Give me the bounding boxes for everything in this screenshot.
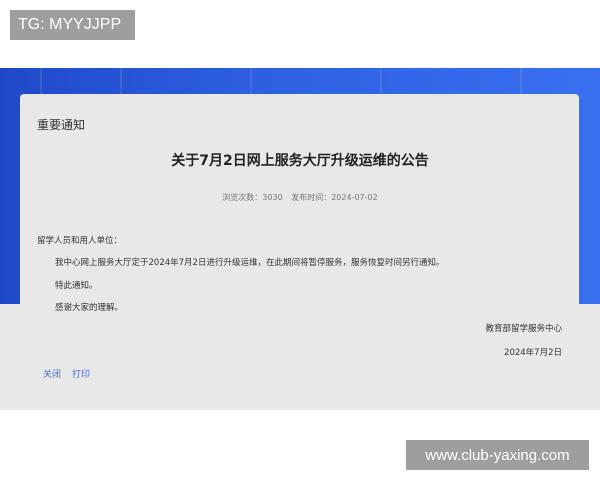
notice-meta: 浏览次数：3030 发布时间：2024-07-02 <box>0 192 600 203</box>
views-label: 浏览次数：3030 <box>222 193 283 202</box>
signature: 教育部留学服务中心 <box>485 324 562 334</box>
notice-title: 关于7月2日网上服务大厅升级运维的公告 <box>171 153 429 169</box>
paragraph: 特此通知。 <box>55 281 98 291</box>
close-link[interactable]: 关闭 <box>43 367 61 380</box>
sign-date: 2024年7月2日 <box>504 348 562 358</box>
url-watermark: www.club-yaxing.com <box>406 440 589 470</box>
paragraph: 我中心网上服务大厅定于2024年7月2日进行升级运维，在此期间将暂停服务，服务恢… <box>55 258 445 268</box>
telegram-tag-watermark: TG: MYYJJPP <box>10 10 135 40</box>
greeting: 留学人员和用人单位： <box>37 236 123 246</box>
section-label: 重要通知 <box>37 118 86 132</box>
published-label: 发布时间：2024-07-02 <box>291 193 378 202</box>
notice-card <box>20 94 579 410</box>
print-link[interactable]: 打印 <box>72 367 90 380</box>
paragraph: 感谢大家的理解。 <box>55 303 124 313</box>
